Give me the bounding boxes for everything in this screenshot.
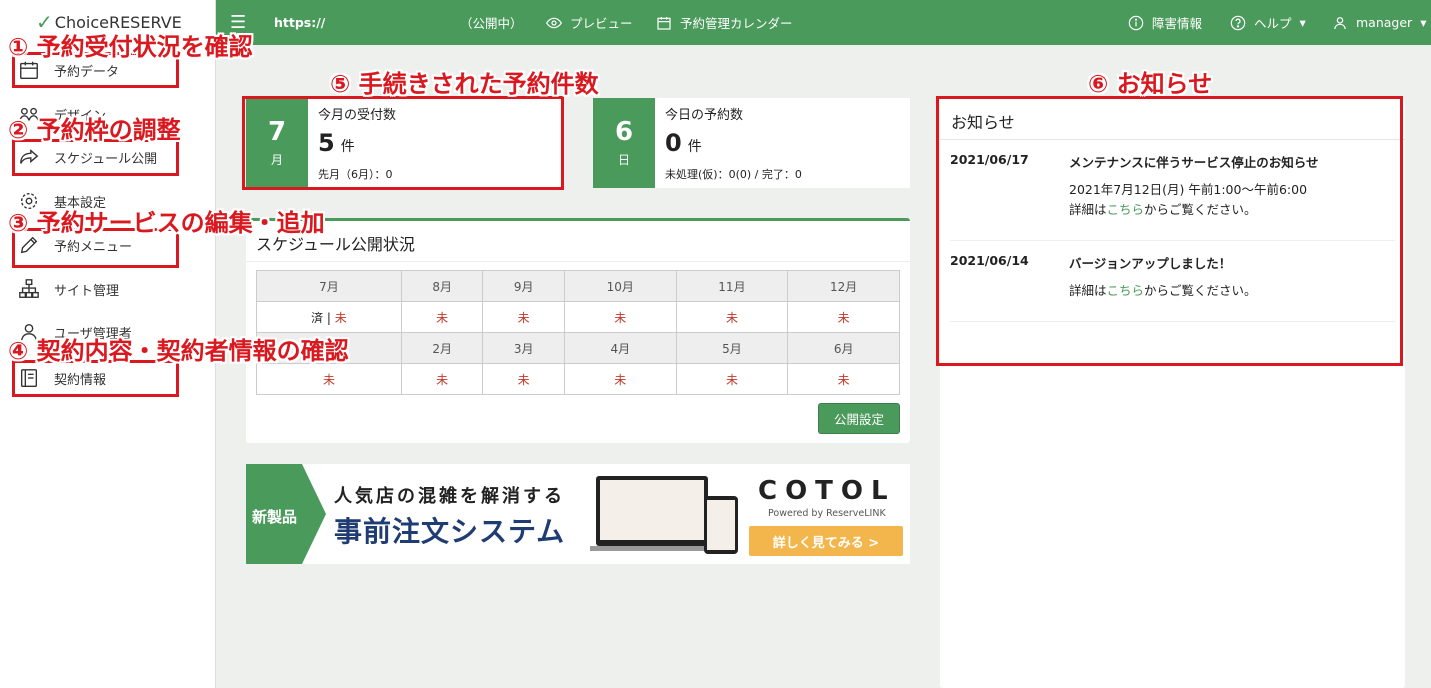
publish-settings-button[interactable]: 公開設定 (818, 403, 900, 434)
sidebar-item-site-management[interactable]: サイト管理 (18, 275, 208, 303)
status-cell: 未 (675, 363, 789, 395)
status-cell: 未 (563, 363, 677, 395)
annotation-label-6: ⑥ お知らせ (1088, 70, 1213, 98)
status-cell: 未 (787, 301, 900, 333)
annotation-label-2: ② 予約枠の調整 (8, 116, 181, 144)
status-cell: 未 (787, 363, 900, 395)
month-cell: 6月 (787, 332, 900, 364)
annotation-label-5: ⑤ 手続きされた予約件数 (330, 70, 599, 98)
status-cell: 未 (563, 301, 677, 333)
schedule-table: 7月 8月 9月 10月 11月 12月 済 | 未 未 未 未 未 未 2月 … (256, 270, 900, 395)
top-bar: ☰ https:// （公開中） プレビュー 予約管理カレンダー 障害情報 ヘル… (216, 0, 1431, 45)
stat-sub: 未処理(仮)：0(0) / 完了：0 (665, 168, 802, 181)
stat-count: 0件 (665, 129, 702, 157)
status-cell: 未 (482, 301, 565, 333)
month-cell: 4月 (563, 332, 677, 364)
publish-status: （公開中） (460, 16, 523, 31)
annotation-box-5 (242, 96, 564, 190)
caret-down-icon: ▾ (1299, 15, 1306, 30)
month-cell: 11月 (675, 270, 789, 302)
banner-cta-button[interactable]: 詳しく見てみる > (749, 526, 903, 556)
month-cell: 10月 (563, 270, 677, 302)
promo-banner[interactable]: 新製品 人気店の混雑を解消する 事前注文システム COTOL Powered b… (246, 464, 910, 564)
banner-badge: 新製品 (252, 508, 298, 526)
stat-today-reservations: 6 日 今日の予約数 0件 未処理(仮)：0(0) / 完了：0 (593, 98, 910, 188)
user-icon (1334, 16, 1346, 29)
annotation-box-6 (936, 96, 1403, 366)
eye-icon (546, 17, 562, 28)
annotation-label-4: ④ 契約内容・契約者情報の確認 (8, 337, 349, 365)
question-icon (1230, 15, 1246, 30)
incident-link[interactable]: 障害情報 (1128, 0, 1202, 45)
banner-brand: COTOL (758, 476, 896, 506)
device-mockup-image (590, 476, 738, 554)
info-icon (1128, 15, 1144, 30)
stat-day-badge: 6 日 (593, 98, 655, 188)
stat-label: 今日の予約数 (665, 108, 744, 123)
banner-line2: 事前注文システム (334, 515, 566, 548)
status-cell: 未 (675, 301, 789, 333)
sidebar-item-label: サイト管理 (54, 283, 120, 299)
banner-line1: 人気店の混雑を解消する (334, 486, 565, 507)
month-cell: 9月 (482, 270, 565, 302)
month-cell: 7月 (256, 270, 402, 302)
calendar-link[interactable]: 予約管理カレンダー (656, 0, 793, 45)
month-cell: 12月 (787, 270, 900, 302)
status-cell: 未 (482, 363, 565, 395)
banner-powered: Powered by ReserveLINK (768, 508, 886, 519)
status-cell: 未 (400, 301, 484, 333)
status-cell: 未 (400, 363, 484, 395)
month-cell: 8月 (400, 270, 484, 302)
help-menu[interactable]: ヘルプ ▾ (1230, 0, 1306, 45)
month-cell: 3月 (482, 332, 565, 364)
month-cell: 2月 (400, 332, 484, 364)
status-cell: 済 | 未 (256, 301, 402, 333)
caret-down-icon: ▾ (1420, 15, 1427, 30)
calendar-icon (657, 16, 671, 30)
sitemap-icon (19, 279, 39, 298)
status-cell: 未 (256, 363, 402, 395)
month-cell: 5月 (675, 332, 789, 364)
annotation-label-1: ① 予約受付状況を確認 (8, 33, 253, 61)
preview-link[interactable]: プレビュー (546, 0, 633, 45)
annotation-label-3: ③ 予約サービスの編集・追加 (8, 209, 325, 237)
user-menu[interactable]: manager ▾ (1332, 0, 1426, 45)
site-url[interactable]: https:// (274, 0, 325, 45)
